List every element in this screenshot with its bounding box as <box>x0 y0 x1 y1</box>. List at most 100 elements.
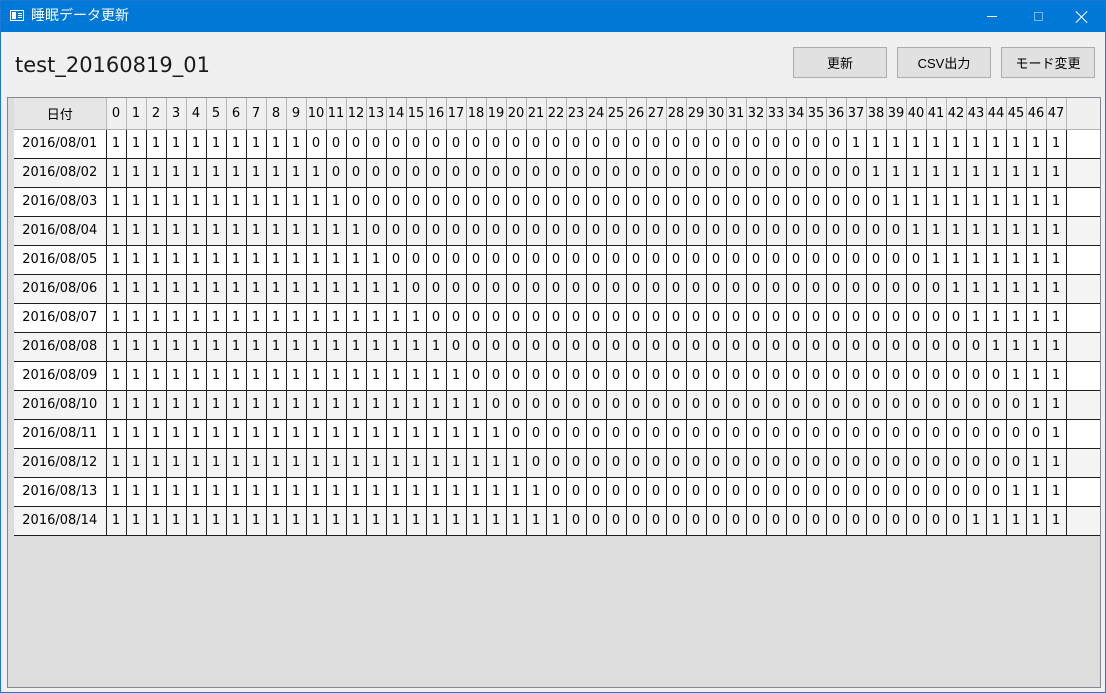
sleep-value-cell[interactable]: 1 <box>346 361 367 391</box>
sleep-value-cell[interactable]: 0 <box>966 448 987 478</box>
sleep-value-cell[interactable]: 0 <box>526 187 547 217</box>
sleep-value-cell[interactable]: 0 <box>746 448 767 478</box>
sleep-value-cell[interactable]: 0 <box>606 332 627 362</box>
sleep-value-cell[interactable]: 0 <box>746 303 767 333</box>
sleep-value-cell[interactable]: 0 <box>526 274 547 304</box>
sleep-value-cell[interactable]: 0 <box>386 158 407 188</box>
sleep-value-cell[interactable]: 0 <box>826 129 847 159</box>
sleep-value-cell[interactable]: 1 <box>106 477 127 507</box>
sleep-value-cell[interactable]: 0 <box>806 506 827 536</box>
column-header-slot[interactable]: 41 <box>926 98 947 130</box>
sleep-value-cell[interactable]: 0 <box>926 303 947 333</box>
sleep-value-cell[interactable]: 1 <box>306 274 327 304</box>
sleep-value-cell[interactable]: 1 <box>406 332 427 362</box>
sleep-value-cell[interactable]: 0 <box>586 216 607 246</box>
sleep-value-cell[interactable]: 1 <box>286 390 307 420</box>
column-header-slot[interactable]: 15 <box>406 98 427 130</box>
sleep-value-cell[interactable]: 0 <box>626 477 647 507</box>
sleep-value-cell[interactable]: 0 <box>826 361 847 391</box>
sleep-value-cell[interactable]: 0 <box>786 390 807 420</box>
sleep-value-cell[interactable]: 0 <box>986 361 1007 391</box>
sleep-value-cell[interactable]: 0 <box>586 245 607 275</box>
column-header-slot[interactable]: 6 <box>226 98 247 130</box>
sleep-value-cell[interactable]: 0 <box>346 187 367 217</box>
sleep-value-cell[interactable]: 1 <box>306 419 327 449</box>
sleep-value-cell[interactable]: 1 <box>286 448 307 478</box>
sleep-value-cell[interactable]: 0 <box>746 361 767 391</box>
sleep-value-cell[interactable]: 0 <box>766 216 787 246</box>
sleep-value-cell[interactable]: 1 <box>446 419 467 449</box>
update-button[interactable]: 更新 <box>793 47 887 78</box>
sleep-value-cell[interactable]: 1 <box>366 303 387 333</box>
sleep-value-cell[interactable]: 1 <box>406 390 427 420</box>
sleep-value-cell[interactable]: 0 <box>846 187 867 217</box>
sleep-value-cell[interactable]: 1 <box>186 390 207 420</box>
sleep-value-cell[interactable]: 0 <box>666 303 687 333</box>
sleep-value-cell[interactable]: 1 <box>326 187 347 217</box>
sleep-value-cell[interactable]: 0 <box>666 245 687 275</box>
date-cell[interactable]: 2016/08/03 <box>14 187 107 217</box>
sleep-value-cell[interactable]: 1 <box>166 332 187 362</box>
sleep-value-cell[interactable]: 1 <box>306 332 327 362</box>
sleep-value-cell[interactable]: 1 <box>346 303 367 333</box>
sleep-value-cell[interactable]: 1 <box>426 477 447 507</box>
sleep-value-cell[interactable]: 0 <box>666 332 687 362</box>
sleep-value-cell[interactable]: 1 <box>206 332 227 362</box>
sleep-value-cell[interactable]: 1 <box>1046 245 1067 275</box>
sleep-value-cell[interactable]: 1 <box>126 419 147 449</box>
sleep-value-cell[interactable]: 0 <box>886 361 907 391</box>
sleep-value-cell[interactable]: 1 <box>1006 158 1027 188</box>
sleep-value-cell[interactable]: 1 <box>346 390 367 420</box>
sleep-value-cell[interactable]: 0 <box>626 274 647 304</box>
sleep-value-cell[interactable]: 1 <box>226 361 247 391</box>
sleep-value-cell[interactable]: 1 <box>246 187 267 217</box>
sleep-value-cell[interactable]: 0 <box>886 448 907 478</box>
sleep-value-cell[interactable]: 0 <box>446 216 467 246</box>
sleep-value-cell[interactable]: 0 <box>646 129 667 159</box>
sleep-value-cell[interactable]: 1 <box>326 361 347 391</box>
sleep-value-cell[interactable]: 1 <box>226 129 247 159</box>
column-header-slot[interactable]: 34 <box>786 98 807 130</box>
sleep-value-cell[interactable]: 0 <box>426 274 447 304</box>
sleep-value-cell[interactable]: 0 <box>546 216 567 246</box>
sleep-value-cell[interactable]: 1 <box>206 187 227 217</box>
sleep-value-cell[interactable]: 1 <box>286 477 307 507</box>
sleep-value-cell[interactable]: 0 <box>646 216 667 246</box>
sleep-value-cell[interactable]: 1 <box>266 187 287 217</box>
sleep-value-cell[interactable]: 1 <box>986 187 1007 217</box>
sleep-value-cell[interactable]: 1 <box>1006 303 1027 333</box>
date-cell[interactable]: 2016/08/04 <box>14 216 107 246</box>
sleep-value-cell[interactable]: 0 <box>586 361 607 391</box>
sleep-value-cell[interactable]: 1 <box>206 303 227 333</box>
sleep-value-cell[interactable]: 0 <box>846 361 867 391</box>
sleep-value-cell[interactable]: 0 <box>726 303 747 333</box>
sleep-value-cell[interactable]: 0 <box>526 332 547 362</box>
sleep-value-cell[interactable]: 0 <box>406 129 427 159</box>
sleep-value-cell[interactable]: 0 <box>646 187 667 217</box>
sleep-value-cell[interactable]: 0 <box>586 303 607 333</box>
sleep-value-cell[interactable]: 0 <box>646 245 667 275</box>
sleep-value-cell[interactable]: 1 <box>1046 332 1067 362</box>
sleep-value-cell[interactable]: 1 <box>306 390 327 420</box>
sleep-value-cell[interactable]: 0 <box>806 274 827 304</box>
sleep-value-cell[interactable]: 0 <box>946 332 967 362</box>
sleep-value-cell[interactable]: 0 <box>666 216 687 246</box>
sleep-value-cell[interactable]: 0 <box>886 390 907 420</box>
sleep-value-cell[interactable]: 1 <box>306 187 327 217</box>
sleep-value-cell[interactable]: 0 <box>566 419 587 449</box>
sleep-value-cell[interactable]: 0 <box>326 129 347 159</box>
sleep-value-cell[interactable]: 0 <box>966 390 987 420</box>
sleep-value-cell[interactable]: 1 <box>186 419 207 449</box>
title-bar[interactable]: 睡眠データ更新 <box>1 1 1105 32</box>
sleep-value-cell[interactable]: 1 <box>186 332 207 362</box>
column-header-slot[interactable]: 5 <box>206 98 227 130</box>
sleep-value-cell[interactable]: 1 <box>206 129 227 159</box>
sleep-value-cell[interactable]: 1 <box>426 419 447 449</box>
sleep-value-cell[interactable]: 1 <box>1026 506 1047 536</box>
sleep-value-cell[interactable]: 1 <box>986 332 1007 362</box>
sleep-value-cell[interactable]: 1 <box>186 303 207 333</box>
sleep-value-cell[interactable]: 0 <box>626 419 647 449</box>
sleep-value-cell[interactable]: 0 <box>606 361 627 391</box>
sleep-value-cell[interactable]: 0 <box>706 303 727 333</box>
sleep-value-cell[interactable]: 0 <box>586 419 607 449</box>
